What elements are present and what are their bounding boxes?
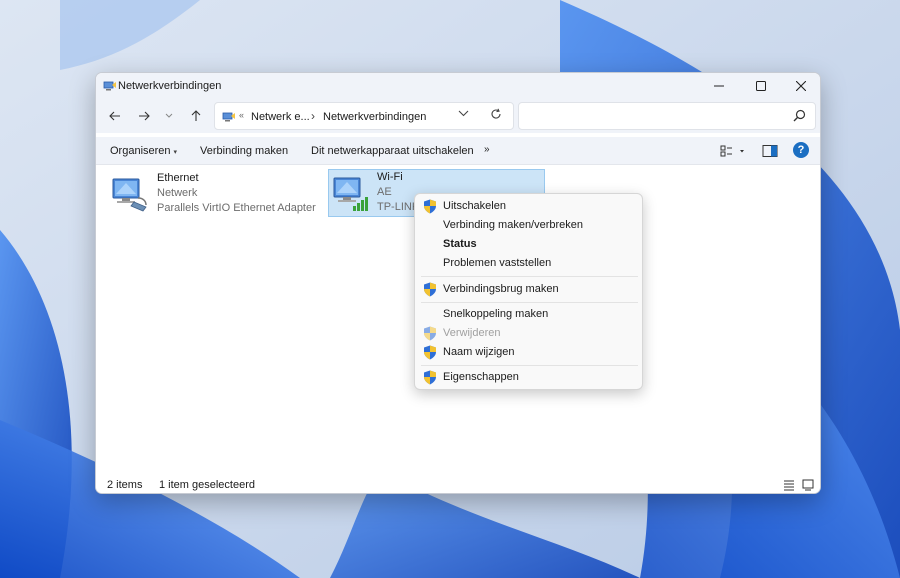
organize-label: Organiseren [110, 145, 171, 157]
menu-item-label: Naam wijzigen [443, 346, 515, 358]
chevron-down-icon [458, 110, 469, 117]
search-input[interactable] [525, 108, 785, 124]
breadcrumb-separator-icon[interactable]: › [311, 109, 315, 123]
more-commands-button[interactable]: » [484, 144, 490, 155]
menu-item-label: Status [443, 238, 477, 250]
menu-item-disable[interactable]: Uitschakelen [415, 197, 642, 216]
back-button[interactable] [104, 107, 126, 125]
network-connections-icon [222, 112, 235, 122]
ethernet-adapter-icon [112, 178, 147, 212]
organize-menu-button[interactable]: Organiseren ▾ [110, 145, 177, 157]
details-view-button[interactable] [783, 479, 795, 491]
menu-item-shortcut[interactable]: Snelkoppeling maken [415, 305, 642, 324]
arrow-right-icon [139, 111, 150, 121]
menu-item-label: Problemen vaststellen [443, 257, 552, 269]
search-icon[interactable] [793, 109, 806, 122]
connection-status: AE [377, 186, 392, 198]
breadcrumb-current[interactable]: Netwerkverbindingen [323, 111, 426, 123]
connect-button[interactable]: Verbinding maken [200, 145, 288, 157]
shield-icon [424, 199, 436, 214]
status-bar: 2 items 1 item geselecteerd [96, 477, 820, 493]
large-icons-view-button[interactable] [802, 479, 814, 491]
menu-item-properties[interactable]: Eigenschappen [415, 368, 642, 387]
menu-item-label: Uitschakelen [443, 200, 506, 212]
address-bar[interactable]: « Netwerk e... › Netwerkverbindingen [214, 102, 514, 130]
title-bar[interactable]: Netwerkverbindingen [96, 73, 820, 99]
connection-adapter: TP-LINK [377, 201, 420, 213]
item-count: 2 items [107, 479, 143, 491]
disable-device-button[interactable]: Dit netwerkapparaat uitschakelen [311, 145, 474, 157]
menu-item-bridge[interactable]: Verbindingsbrug maken [415, 280, 642, 299]
connection-name: Wi-Fi [377, 171, 403, 183]
change-view-button[interactable] [720, 144, 748, 158]
shield-icon [424, 345, 436, 360]
help-button[interactable]: ? [793, 142, 809, 158]
minimize-button[interactable] [698, 73, 740, 99]
close-icon [796, 81, 806, 91]
window-title: Netwerkverbindingen [118, 80, 222, 92]
selection-count: 1 item geselecteerd [159, 479, 255, 491]
menu-item-label: Eigenschappen [443, 371, 519, 383]
navigation-bar: « Netwerk e... › Netwerkverbindingen [96, 99, 820, 133]
preview-pane-button[interactable] [762, 144, 778, 158]
shield-icon [424, 370, 436, 385]
help-icon: ? [797, 144, 805, 156]
menu-item-connect-disconnect[interactable]: Verbinding maken/verbreken [415, 216, 642, 235]
forward-button[interactable] [133, 107, 155, 125]
connection-status: Netwerk [157, 187, 198, 199]
up-button[interactable] [185, 107, 207, 125]
breadcrumb-overflow-icon[interactable]: « [239, 110, 244, 120]
shield-icon [424, 282, 436, 297]
breadcrumb-network[interactable]: Netwerk e... [251, 111, 310, 123]
arrow-up-icon [191, 110, 201, 121]
command-bar: Organiseren ▾ Verbinding maken Dit netwer… [96, 137, 820, 165]
search-box[interactable] [518, 102, 816, 130]
menu-item-label: Verwijderen [443, 327, 501, 339]
menu-item-label: Verbindingsbrug maken [443, 283, 559, 295]
refresh-button[interactable] [490, 108, 502, 123]
menu-separator [421, 276, 638, 277]
menu-item-delete: Verwijderen [415, 324, 642, 343]
menu-item-label: Verbinding maken/verbreken [443, 219, 584, 231]
shield-icon [424, 326, 436, 341]
chevron-down-icon [165, 113, 173, 118]
address-dropdown-button[interactable] [458, 108, 469, 122]
network-connections-icon [103, 81, 116, 91]
menu-separator [421, 365, 638, 366]
maximize-icon [756, 81, 766, 91]
menu-item-diagnose[interactable]: Problemen vaststellen [415, 254, 642, 273]
connection-name: Ethernet [157, 172, 199, 184]
menu-separator [421, 302, 638, 303]
recent-locations-button[interactable] [158, 107, 180, 125]
close-button[interactable] [780, 73, 820, 99]
connection-adapter: Parallels VirtIO Ethernet Adapter [157, 202, 316, 214]
menu-item-rename[interactable]: Naam wijzigen [415, 343, 642, 362]
maximize-button[interactable] [740, 73, 782, 99]
menu-item-label: Snelkoppeling maken [443, 308, 549, 320]
caret-down-icon: ▾ [173, 149, 178, 156]
menu-item-status[interactable]: Status [415, 235, 642, 254]
refresh-icon [491, 108, 501, 119]
connection-item-ethernet[interactable]: Ethernet Netwerk Parallels VirtIO Ethern… [108, 170, 318, 218]
minimize-icon [714, 85, 724, 87]
context-menu: Uitschakelen Verbinding maken/verbreken … [414, 193, 643, 390]
arrow-left-icon [109, 111, 120, 121]
wifi-adapter-icon [333, 177, 368, 211]
